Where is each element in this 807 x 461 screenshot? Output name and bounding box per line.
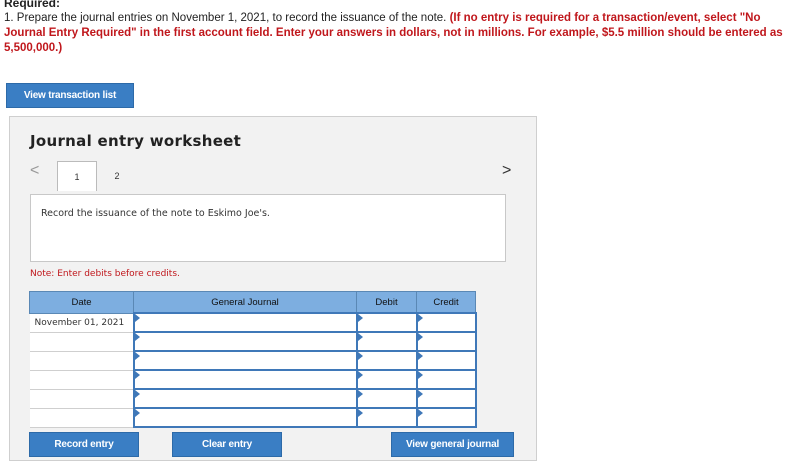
prev-arrow-icon[interactable]: < (30, 162, 39, 180)
account-input[interactable] (132, 331, 358, 352)
date-cell: November 01, 2021 (29, 313, 134, 333)
credit-input[interactable] (415, 407, 477, 428)
journal-entry-worksheet: Journal entry worksheet < 1 2 > Record t… (9, 116, 537, 461)
date-cell (29, 370, 134, 390)
debit-input[interactable] (355, 369, 418, 390)
table-row (29, 369, 477, 390)
debit-input[interactable] (355, 388, 418, 409)
instruction-text: 1. Prepare the journal entries on Novemb… (4, 12, 447, 24)
header-credit: Credit (416, 291, 476, 314)
transaction-description: Record the issuance of the note to Eskim… (30, 194, 506, 262)
date-cell (29, 332, 134, 352)
debit-input[interactable] (355, 350, 418, 371)
header-general-journal: General Journal (133, 291, 357, 314)
header-debit: Debit (356, 291, 417, 314)
view-general-journal-button[interactable]: View general journal (391, 432, 514, 457)
credit-input[interactable] (415, 331, 477, 352)
tab-1[interactable]: 1 (57, 161, 97, 191)
journal-table: Date General Journal Debit Credit Novemb… (29, 291, 477, 428)
debits-note: Note: Enter debits before credits. (30, 269, 180, 279)
credit-input[interactable] (415, 369, 477, 390)
table-row (29, 331, 477, 352)
tab-2[interactable]: 2 (97, 161, 137, 191)
table-row (29, 407, 477, 428)
table-row (29, 350, 477, 371)
account-input[interactable] (132, 369, 358, 390)
date-cell (29, 389, 134, 409)
account-input[interactable] (132, 350, 358, 371)
credit-input[interactable] (415, 350, 477, 371)
worksheet-title: Journal entry worksheet (30, 132, 242, 150)
tab-label: 2 (114, 171, 120, 181)
view-transaction-list-button[interactable]: View transaction list (6, 83, 134, 108)
credit-input[interactable] (415, 388, 477, 409)
next-arrow-icon[interactable]: > (502, 162, 511, 180)
account-input[interactable] (132, 312, 358, 333)
credit-input[interactable] (415, 312, 477, 333)
required-heading: Required: (4, 0, 61, 10)
debit-input[interactable] (355, 407, 418, 428)
debit-input[interactable] (355, 331, 418, 352)
account-input[interactable] (132, 388, 358, 409)
clear-entry-button[interactable]: Clear entry (172, 432, 282, 457)
table-row: November 01, 2021 (29, 312, 477, 333)
record-entry-button[interactable]: Record entry (29, 432, 139, 457)
tab-label: 1 (74, 171, 80, 182)
account-input[interactable] (132, 407, 358, 428)
instructions: 1. Prepare the journal entries on Novemb… (4, 11, 794, 56)
date-cell (29, 351, 134, 371)
date-cell (29, 408, 134, 428)
debit-input[interactable] (355, 312, 418, 333)
header-date: Date (29, 291, 134, 314)
table-row (29, 388, 477, 409)
